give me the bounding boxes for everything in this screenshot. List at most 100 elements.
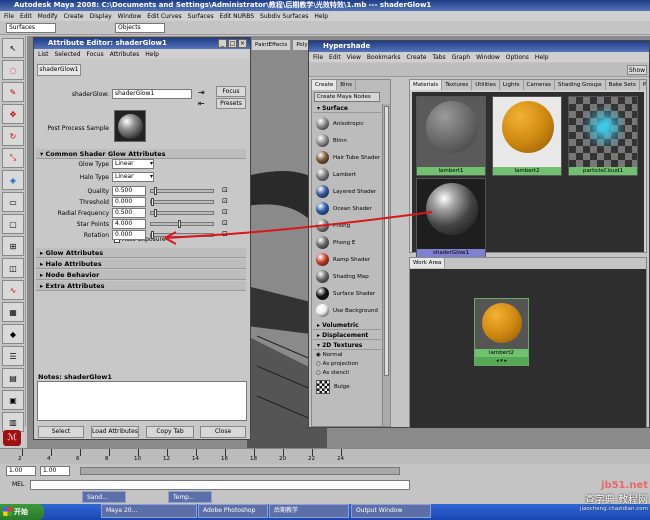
paint-tool-icon[interactable]: ✎: [2, 82, 24, 102]
slider-handle[interactable]: [154, 187, 157, 195]
material-tab[interactable]: Projects: [640, 80, 646, 90]
maya-menu-item[interactable]: Create: [64, 13, 84, 20]
maya-menu-item[interactable]: Edit NURBS: [220, 13, 254, 20]
create-node-item[interactable]: Use Background: [313, 302, 381, 319]
maya-menu-item[interactable]: Edit: [20, 13, 32, 20]
objects-field[interactable]: Objects: [115, 23, 165, 33]
create-node-item[interactable]: Phong E: [313, 234, 381, 251]
material-tab[interactable]: Textures: [442, 80, 473, 90]
task-folder[interactable]: 后期教学: [269, 504, 349, 518]
create-node-item[interactable]: Hair Tube Shader: [313, 149, 381, 166]
radio-normal[interactable]: ◉ Normal: [316, 352, 342, 358]
slider-handle[interactable]: [178, 220, 181, 228]
radio-projection[interactable]: ○ As projection: [316, 361, 358, 367]
material-swatch[interactable]: lambert1: [416, 96, 486, 176]
attr-value-field[interactable]: 0.500: [112, 186, 146, 196]
maya-menu-item[interactable]: Display: [90, 13, 112, 20]
hs-menu-item[interactable]: Graph: [452, 54, 470, 61]
attr-slider[interactable]: [150, 209, 214, 217]
maximize-button[interactable]: □: [228, 39, 237, 48]
material-swatch[interactable]: particleCloud1: [568, 96, 638, 176]
map-button-icon[interactable]: ⊡: [222, 197, 228, 205]
hs-menu-item[interactable]: Help: [535, 54, 549, 61]
glow-attributes-section[interactable]: ▸ Glow Attributes: [36, 248, 246, 258]
extra-attributes-section[interactable]: ▸ Extra Attributes: [36, 281, 246, 291]
material-tab[interactable]: Bake Sets: [606, 80, 640, 90]
mel-input[interactable]: [30, 480, 410, 490]
map-button-icon[interactable]: ⊡: [222, 186, 228, 194]
hs-menu-item[interactable]: File: [313, 54, 323, 61]
halo-type-select[interactable]: Linear ▾: [112, 172, 154, 182]
focus-button[interactable]: Focus: [216, 86, 246, 97]
maya-menu-item[interactable]: Modify: [38, 13, 58, 20]
slider-handle[interactable]: [151, 198, 154, 206]
hs-menu-item[interactable]: Options: [506, 54, 529, 61]
maya-menu-item[interactable]: File: [4, 13, 14, 20]
move-tool-icon[interactable]: ✥: [2, 104, 24, 124]
surface-section[interactable]: ▾ Surface: [313, 104, 381, 113]
select-button[interactable]: Select: [38, 426, 84, 438]
hypershade-icon[interactable]: ◆: [2, 324, 24, 344]
ae-menu-item[interactable]: Help: [145, 51, 159, 58]
task-photoshop[interactable]: Adobe Photoshop: [198, 504, 268, 518]
slider-handle[interactable]: [154, 209, 157, 217]
select-tool-icon[interactable]: ↖: [2, 38, 24, 58]
node-behavior-section[interactable]: ▸ Node Behavior: [36, 270, 246, 280]
maya-menu-item[interactable]: Subdiv Surfaces: [260, 13, 308, 20]
displacement-section[interactable]: ▸ Displacement: [313, 331, 381, 340]
attr-slider[interactable]: [150, 220, 214, 228]
create-node-item[interactable]: Lambert: [313, 166, 381, 183]
slider-handle[interactable]: [151, 231, 154, 239]
goto-input-icon[interactable]: ⇥: [198, 88, 205, 97]
hs-menu-item[interactable]: Edit: [329, 54, 341, 61]
mode-select[interactable]: Surfaces: [6, 23, 56, 33]
material-tab[interactable]: Shading Groups: [555, 80, 606, 90]
load-attributes-button[interactable]: Load Attributes: [91, 426, 139, 438]
task-maya[interactable]: Mayа 20...: [101, 504, 197, 518]
close-button[interactable]: Close: [200, 426, 246, 438]
create-node-item[interactable]: Anisotropic: [313, 115, 381, 132]
close-icon[interactable]: ×: [238, 39, 247, 48]
layout-two-icon[interactable]: ◫: [2, 258, 24, 278]
scale-tool-icon[interactable]: ⤡: [2, 148, 24, 168]
range-slider[interactable]: [80, 467, 400, 475]
material-tab[interactable]: Lights: [500, 80, 524, 90]
attr-slider[interactable]: [150, 231, 214, 239]
hs-menu-item[interactable]: Tabs: [432, 54, 445, 61]
create-node-item[interactable]: Shading Map: [313, 268, 381, 285]
start-time-field[interactable]: 1.00: [6, 466, 36, 476]
create-node-item[interactable]: Ocean Shader: [313, 200, 381, 217]
shelf-tab-paint[interactable]: PaintEffects: [252, 40, 292, 50]
bulge-node[interactable]: Bulge: [316, 380, 350, 394]
shader-name-field[interactable]: shaderGlow1: [112, 89, 192, 99]
lasso-tool-icon[interactable]: ◌: [2, 60, 24, 80]
minimize-button[interactable]: _: [218, 39, 227, 48]
outliner-icon[interactable]: ☰: [2, 346, 24, 366]
presets-button[interactable]: Presets: [216, 98, 246, 109]
attr-value-field[interactable]: 0.000: [112, 197, 146, 207]
create-tab[interactable]: Create: [312, 80, 338, 90]
maya-menu-item[interactable]: Surfaces: [188, 13, 214, 20]
time-slider[interactable]: 2 4 6 8 10 12 14 16 18 20 22 24: [0, 448, 650, 464]
map-button-icon[interactable]: ⊡: [222, 208, 228, 216]
attr-value-field[interactable]: 0.500: [112, 208, 146, 218]
create-node-item[interactable]: Ramp Shader: [313, 251, 381, 268]
radio-stencil[interactable]: ○ As stencil: [316, 370, 349, 376]
notes-field[interactable]: [37, 381, 247, 421]
volumetric-section[interactable]: ▸ Volumetric: [313, 321, 381, 330]
rotate-tool-icon[interactable]: ↻: [2, 126, 24, 146]
ae-menu-item[interactable]: Selected: [55, 51, 81, 58]
ae-menu-item[interactable]: List: [38, 51, 49, 58]
show-manip-icon[interactable]: ▭: [2, 192, 24, 212]
2d-textures-section[interactable]: ▾ 2D Textures: [313, 341, 381, 350]
attr-slider[interactable]: [150, 198, 214, 206]
current-time-field[interactable]: 1.00: [40, 466, 70, 476]
layout-single-icon[interactable]: ▢: [2, 214, 24, 234]
attr-slider[interactable]: [150, 187, 214, 195]
material-tab[interactable]: Utilities: [472, 80, 500, 90]
map-button-icon[interactable]: ⊡: [222, 219, 228, 227]
attr-value-field[interactable]: 4.000: [112, 219, 146, 229]
material-swatch[interactable]: lambert2: [492, 96, 562, 176]
hs-menu-item[interactable]: Bookmarks: [367, 54, 401, 61]
ae-menu-item[interactable]: Focus: [87, 51, 104, 58]
